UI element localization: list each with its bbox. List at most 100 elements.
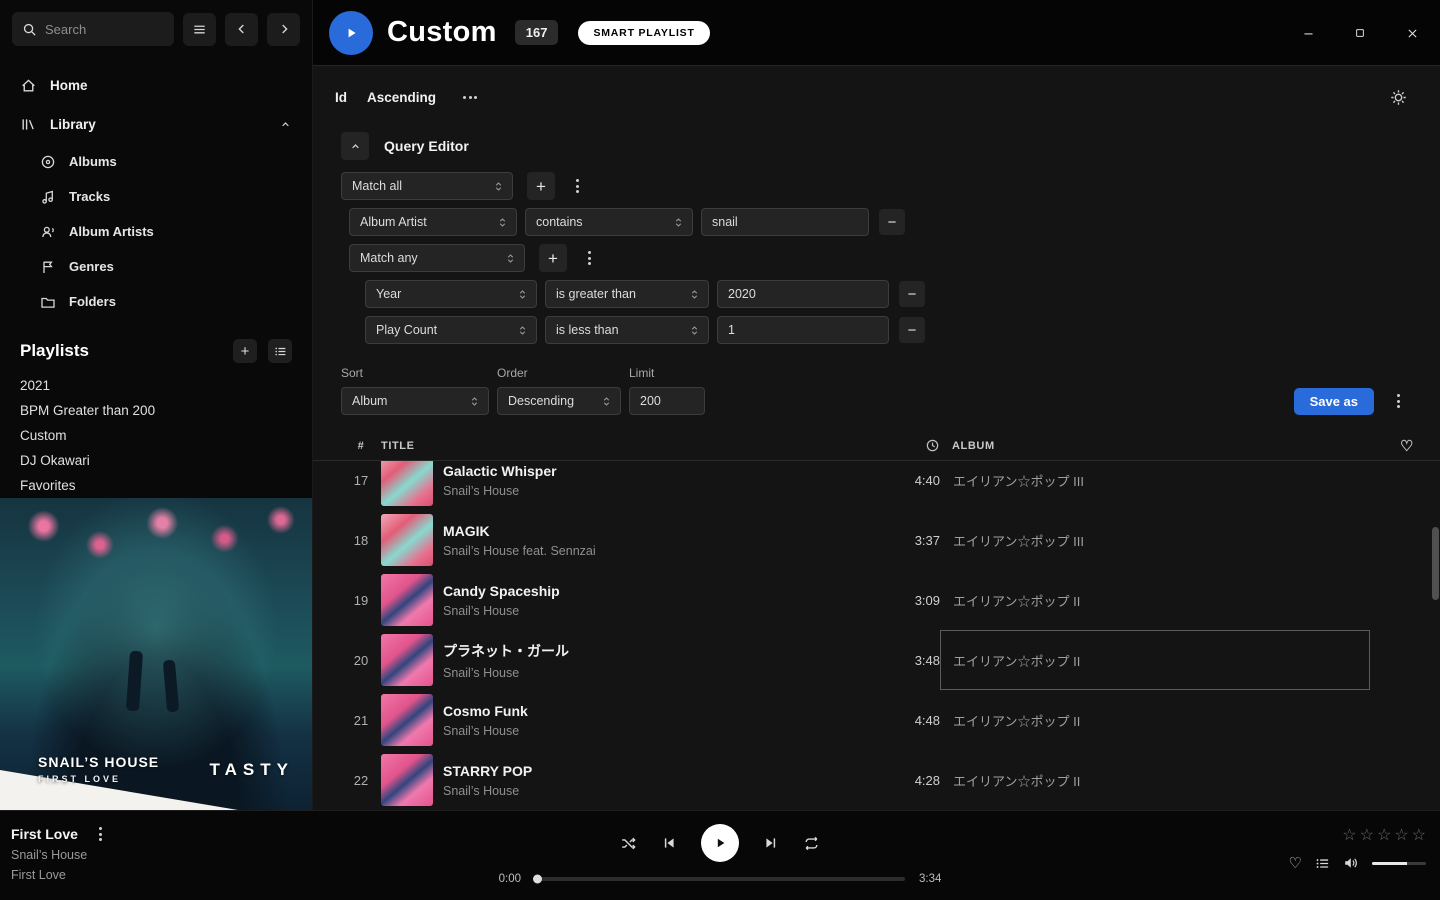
track-album[interactable]: エイリアン☆ポップ III <box>940 461 1370 510</box>
track-album[interactable]: エイリアン☆ポップ II <box>940 750 1370 810</box>
play-playlist-button[interactable] <box>329 11 373 55</box>
track-album[interactable]: エイリアン☆ポップ II <box>940 630 1370 690</box>
star-icon[interactable]: ☆ <box>1342 828 1356 844</box>
sidebar-item-folders[interactable]: Folders <box>0 284 312 319</box>
track-title[interactable]: Galactic Whisper <box>443 463 820 479</box>
add-rule-button[interactable]: + <box>527 172 555 200</box>
minimize-button[interactable] <box>1294 19 1322 47</box>
title-column-header[interactable]: TITLE <box>381 440 820 452</box>
add-rule-button[interactable]: + <box>539 244 567 272</box>
sidebar-item-home[interactable]: Home <box>0 66 312 105</box>
track-artist[interactable]: Snail’s House <box>443 724 820 738</box>
track-artist[interactable]: Snail’s House <box>443 784 820 798</box>
volume-slider[interactable] <box>1372 862 1426 865</box>
now-playing-album[interactable]: First Love <box>11 868 109 882</box>
maximize-button[interactable] <box>1346 19 1374 47</box>
star-icon[interactable]: ☆ <box>1377 828 1391 844</box>
track-title[interactable]: MAGIK <box>443 523 820 539</box>
play-pause-button[interactable] <box>701 824 739 862</box>
save-options-button[interactable] <box>1384 387 1412 415</box>
rule-value-input[interactable] <box>717 316 889 344</box>
rule-field-select[interactable]: Play Count <box>365 316 537 344</box>
seek-slider[interactable] <box>535 877 905 881</box>
track-artist[interactable]: Snail’s House <box>443 484 820 498</box>
close-button[interactable] <box>1398 19 1426 47</box>
table-row[interactable]: 19 Candy Spaceship Snail’s House 3:09 エイ… <box>313 570 1440 630</box>
track-album[interactable]: エイリアン☆ポップ II <box>940 570 1370 630</box>
track-album[interactable]: エイリアン☆ポップ III <box>940 510 1370 570</box>
track-title[interactable]: プラネット・ガール <box>443 641 820 661</box>
limit-input[interactable] <box>629 387 705 415</box>
chevron-up-icon[interactable] <box>279 118 292 131</box>
sidebar-item-albums[interactable]: Albums <box>0 144 312 179</box>
playlist-item[interactable]: Favorites <box>0 473 312 498</box>
album-column-header[interactable]: ALBUM <box>940 440 1370 452</box>
volume-button[interactable] <box>1343 855 1359 871</box>
track-artist[interactable]: Snail’s House <box>443 604 820 618</box>
track-artist[interactable]: Snail’s House feat. Sennzai <box>443 544 820 558</box>
seek-handle[interactable] <box>533 875 542 884</box>
remove-rule-button[interactable]: − <box>879 209 905 235</box>
playlist-item[interactable]: 2021 <box>0 373 312 398</box>
rule-field-select[interactable]: Album Artist <box>349 208 517 236</box>
index-column-header[interactable]: # <box>341 440 381 452</box>
save-as-button[interactable]: Save as <box>1294 388 1374 415</box>
table-row[interactable]: 22 STARRY POP Snail’s House 4:28 エイリアン☆ポ… <box>313 750 1440 810</box>
repeat-button[interactable] <box>803 835 820 852</box>
favorite-button[interactable]: ♡ <box>1289 856 1302 871</box>
nav-forward-button[interactable] <box>267 13 300 46</box>
remove-rule-button[interactable]: − <box>899 281 925 307</box>
settings-button[interactable] <box>1384 83 1412 111</box>
star-icon[interactable]: ☆ <box>1394 828 1408 844</box>
playlist-item[interactable]: BPM Greater than 200 <box>0 398 312 423</box>
more-options-button[interactable] <box>456 83 484 111</box>
rule-field-select[interactable]: Year <box>365 280 537 308</box>
track-title[interactable]: Candy Spaceship <box>443 583 820 599</box>
sort-direction-button[interactable]: Ascending <box>367 90 436 105</box>
rule-operator-select[interactable]: contains <box>525 208 693 236</box>
queue-button[interactable] <box>1315 856 1330 871</box>
shuffle-button[interactable] <box>620 835 637 852</box>
playlist-item[interactable]: DJ Okawari <box>0 448 312 473</box>
rule-value-input[interactable] <box>717 280 889 308</box>
now-playing-artist[interactable]: Snail’s House <box>11 848 109 862</box>
sidebar-item-album-artists[interactable]: Album Artists <box>0 214 312 249</box>
track-album[interactable]: エイリアン☆ポップ II <box>940 690 1370 750</box>
star-icon[interactable]: ☆ <box>1412 828 1426 844</box>
table-row[interactable]: 18 MAGIK Snail’s House feat. Sennzai 3:3… <box>313 510 1440 570</box>
search-box[interactable] <box>12 12 174 46</box>
match-type-select[interactable]: Match any <box>349 244 525 272</box>
group-options-button[interactable] <box>563 172 591 200</box>
track-options-button[interactable] <box>93 826 109 842</box>
table-row[interactable]: 20 プラネット・ガール Snail’s House 3:48 エイリアン☆ポッ… <box>313 630 1440 690</box>
sidebar-item-library[interactable]: Library <box>0 105 312 144</box>
rule-value-input[interactable] <box>701 208 869 236</box>
heart-icon[interactable]: ♡ <box>1400 437 1414 455</box>
order-select[interactable]: Descending <box>497 387 621 415</box>
playlist-list-button[interactable] <box>268 339 292 363</box>
track-title[interactable]: STARRY POP <box>443 763 820 779</box>
sidebar-item-tracks[interactable]: Tracks <box>0 179 312 214</box>
next-button[interactable] <box>763 835 779 851</box>
nav-back-button[interactable] <box>225 13 258 46</box>
track-artist[interactable]: Snail’s House <box>443 666 820 680</box>
match-type-select[interactable]: Match all <box>341 172 513 200</box>
track-title[interactable]: Cosmo Funk <box>443 703 820 719</box>
remove-rule-button[interactable]: − <box>899 317 925 343</box>
rule-operator-select[interactable]: is less than <box>545 316 709 344</box>
group-options-button[interactable] <box>575 244 603 272</box>
now-playing-artwork[interactable]: SNAIL’S HOUSE FIRST LOVE TASTY <box>0 498 312 810</box>
now-playing-title[interactable]: First Love <box>11 826 78 842</box>
clock-icon[interactable] <box>925 438 940 453</box>
add-playlist-button[interactable]: + <box>233 339 257 363</box>
query-editor-collapse-button[interactable] <box>341 132 369 160</box>
table-row[interactable]: 17 Galactic Whisper Snail’s House 4:40 エ… <box>313 461 1440 510</box>
star-icon[interactable]: ☆ <box>1360 828 1374 844</box>
rule-operator-select[interactable]: is greater than <box>545 280 709 308</box>
table-row[interactable]: 21 Cosmo Funk Snail’s House 4:48 エイリアン☆ポ… <box>313 690 1440 750</box>
scrollbar-thumb[interactable] <box>1432 527 1439 600</box>
sort-field-button[interactable]: Id <box>335 90 347 105</box>
sort-select[interactable]: Album <box>341 387 489 415</box>
search-input[interactable] <box>45 22 164 37</box>
playlist-item[interactable]: Custom <box>0 423 312 448</box>
